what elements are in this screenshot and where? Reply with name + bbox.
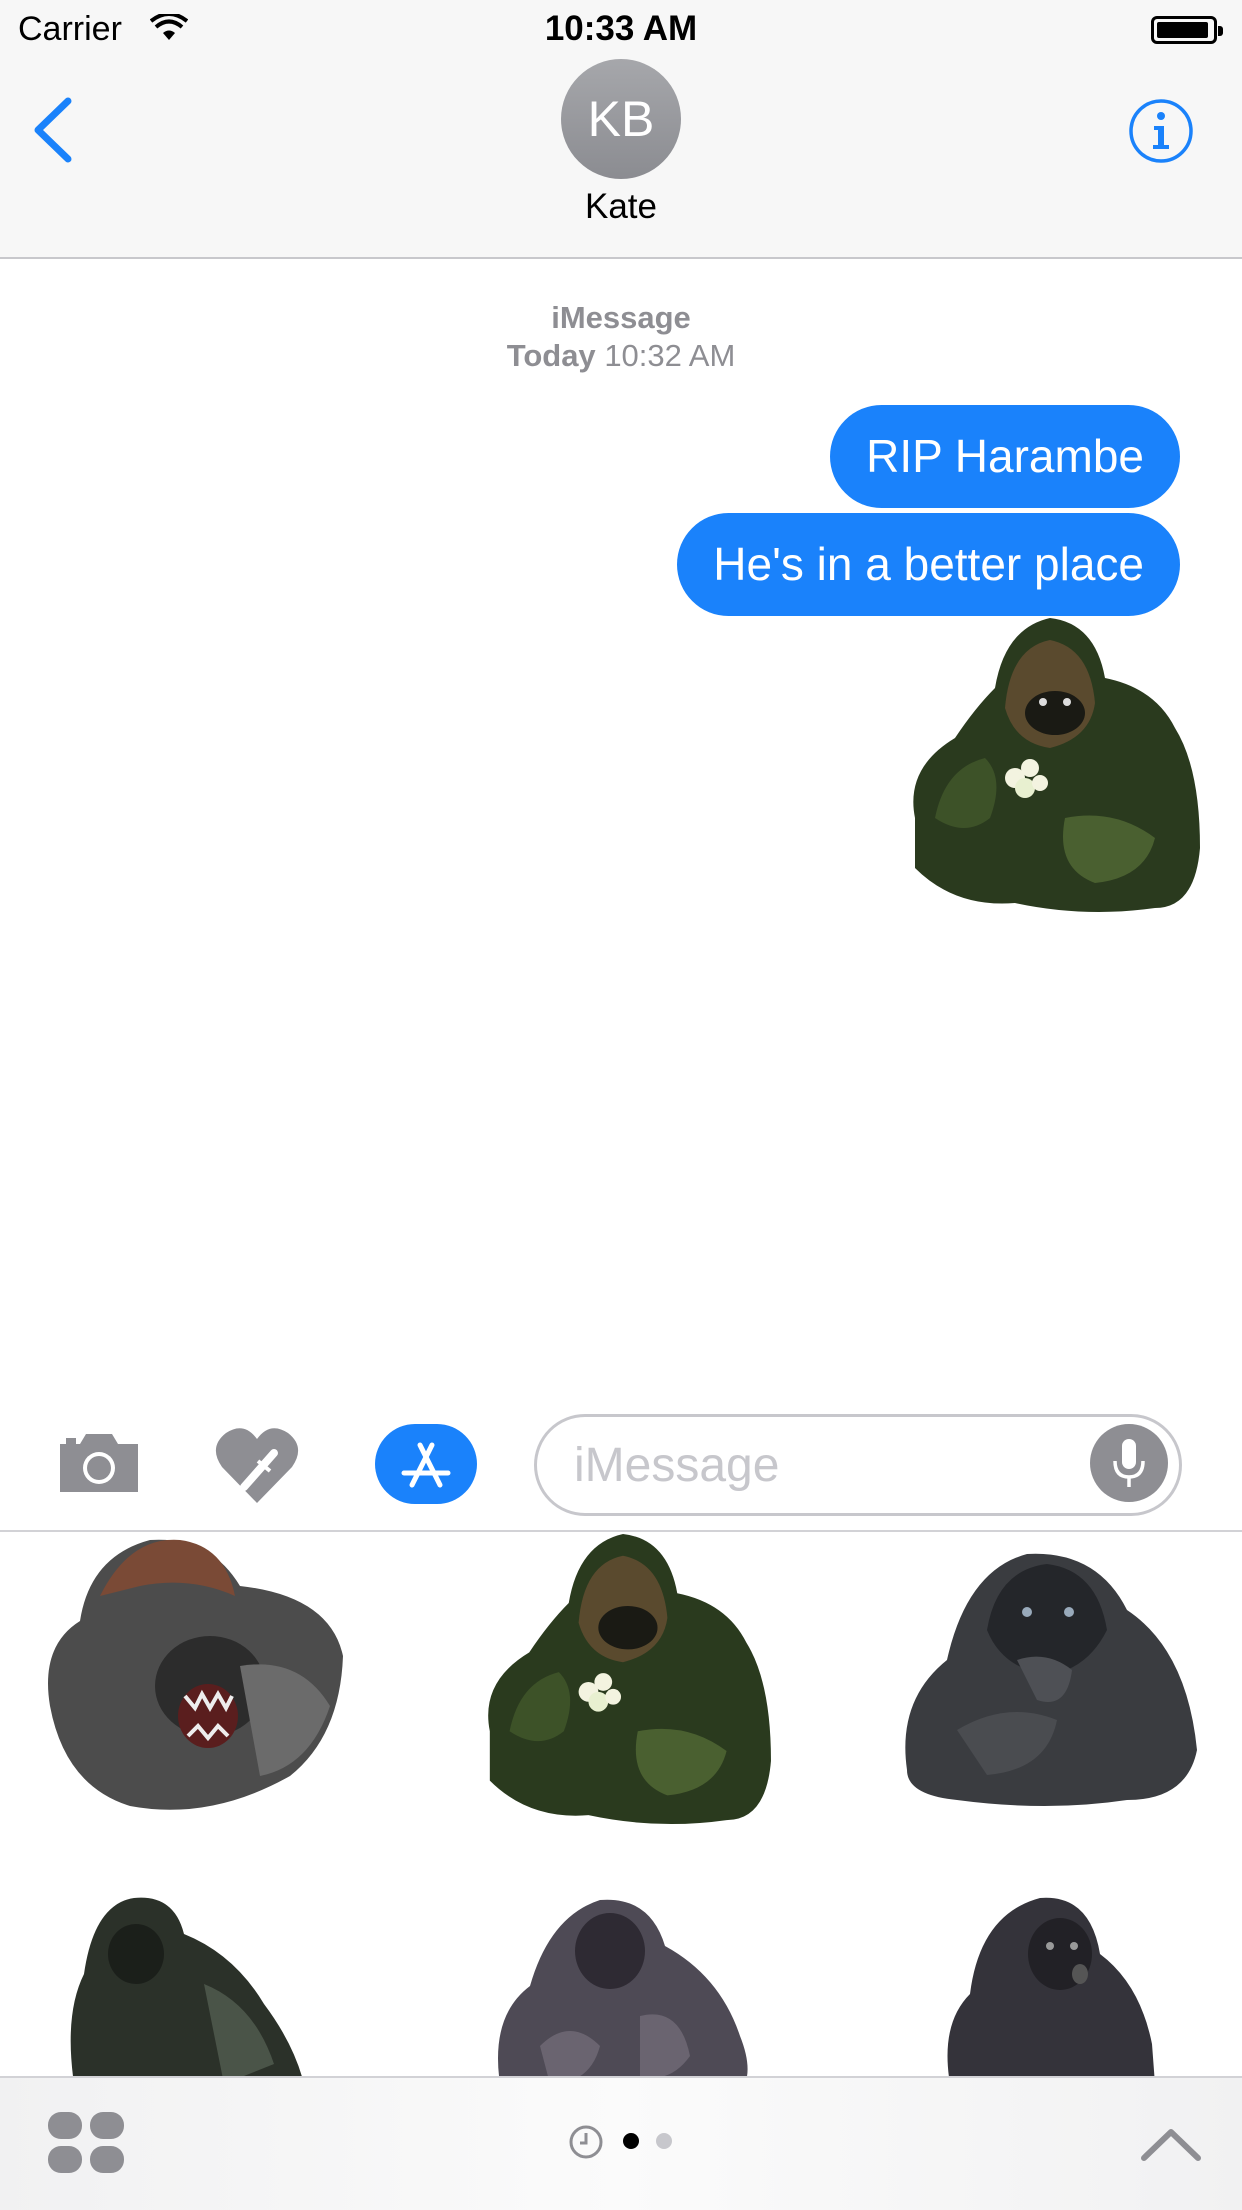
digital-touch-icon[interactable] [214, 1425, 300, 1505]
sticker-drawer [0, 1532, 1242, 2077]
sticker-gorilla-looking[interactable] [940, 1894, 1158, 2077]
sticker-gorilla-eating-flowers[interactable] [468, 1534, 778, 1826]
microphone-icon [1113, 1439, 1145, 1487]
sticker-gorilla-thinking[interactable] [897, 1550, 1199, 1812]
microphone-button[interactable] [1090, 1424, 1168, 1502]
contact-name[interactable]: Kate [0, 187, 1242, 227]
sticker-gorilla-roaring[interactable] [40, 1536, 346, 1816]
battery-icon [1151, 16, 1223, 44]
app-store-button[interactable] [375, 1424, 477, 1504]
timestamp-time: 10:32 AM [604, 338, 736, 373]
info-icon[interactable] [1128, 98, 1194, 164]
message-bubble[interactable]: RIP Harambe [830, 405, 1180, 508]
sticker-gorilla-walking[interactable] [64, 1894, 304, 2077]
back-chevron-icon[interactable] [30, 95, 74, 165]
message-input-placeholder: iMessage [574, 1439, 780, 1492]
app-store-icon [401, 1442, 451, 1488]
service-label: iMessage [551, 300, 691, 335]
timestamp-day: Today [506, 338, 596, 373]
app-drawer-grid-icon[interactable] [48, 2112, 124, 2174]
page-indicator-active[interactable] [623, 2133, 639, 2149]
page-indicator[interactable] [656, 2133, 672, 2149]
status-time: 10:33 AM [544, 9, 698, 48]
sent-sticker-gorilla[interactable] [895, 618, 1205, 914]
message-bubble[interactable]: He's in a better place [677, 513, 1180, 616]
sticker-gorilla-standing[interactable] [490, 1896, 754, 2077]
recents-clock-icon[interactable] [568, 2124, 604, 2160]
drawer-bottom-bar [0, 2076, 1242, 2210]
contact-avatar[interactable]: KB [561, 59, 681, 179]
message-timestamp: Today 10:32 AM [0, 338, 1242, 374]
camera-icon[interactable] [56, 1430, 142, 1496]
chevron-up-icon[interactable] [1140, 2126, 1202, 2162]
